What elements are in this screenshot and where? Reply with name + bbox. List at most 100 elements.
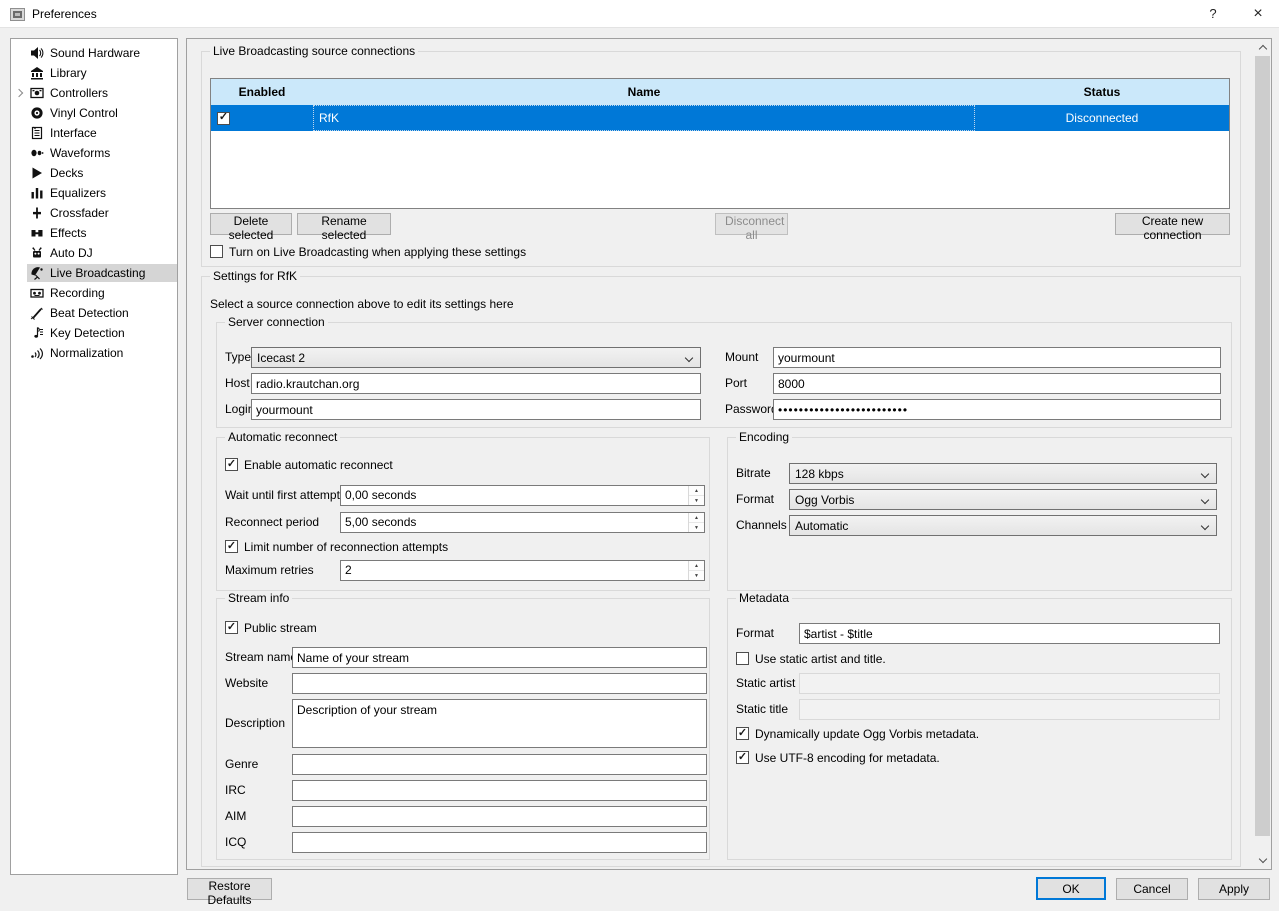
spinbox-value[interactable]: 2 xyxy=(341,561,688,580)
metadata-format-input[interactable] xyxy=(799,623,1220,644)
enabled-cell[interactable] xyxy=(211,105,313,131)
table-row[interactable]: RfK Disconnected xyxy=(211,105,1229,131)
sidebar-item-equalizers[interactable]: Equalizers xyxy=(11,183,177,203)
spin-down-button[interactable]: ▼ xyxy=(689,571,704,580)
genre-input[interactable] xyxy=(292,754,707,775)
sidebar-item-vinyl-control[interactable]: Vinyl Control xyxy=(11,103,177,123)
settings-hint: Select a source connection above to edit… xyxy=(210,297,514,311)
sidebar-item-waveforms[interactable]: Waveforms xyxy=(11,143,177,163)
sidebar-item-key-detection[interactable]: Key Detection xyxy=(11,323,177,343)
sidebar-item-live-broadcasting[interactable]: Live Broadcasting xyxy=(11,263,177,283)
sidebar-item-library[interactable]: Library xyxy=(11,63,177,83)
cancel-button[interactable]: Cancel xyxy=(1116,878,1188,900)
name-cell[interactable]: RfK xyxy=(313,105,975,131)
maximum-retries-spinbox[interactable]: 2 ▲▼ xyxy=(340,560,705,581)
sidebar-item-sound-hardware[interactable]: Sound Hardware xyxy=(11,43,177,63)
sidebar-item-effects[interactable]: Effects xyxy=(11,223,177,243)
sidebar-item-label: Beat Detection xyxy=(50,306,129,320)
bitrate-combobox[interactable]: 128 kbps xyxy=(789,463,1217,484)
chevron-down-icon xyxy=(1201,496,1209,504)
host-label: Host xyxy=(225,373,250,394)
port-input[interactable] xyxy=(773,373,1221,394)
column-header-name[interactable]: Name xyxy=(313,79,975,105)
sidebar-item-crossfader[interactable]: Crossfader xyxy=(11,203,177,223)
login-input[interactable] xyxy=(251,399,701,420)
dynamic-ogg-checkbox[interactable] xyxy=(736,727,749,740)
sidebar-item-normalization[interactable]: Normalization xyxy=(11,343,177,363)
spin-up-button[interactable]: ▲ xyxy=(689,513,704,523)
close-button[interactable]: × xyxy=(1243,0,1273,28)
decks-icon xyxy=(29,166,44,181)
description-textarea[interactable]: Description of your stream xyxy=(292,699,707,748)
utf8-checkbox[interactable] xyxy=(736,751,749,764)
expander-chevron-right-icon[interactable] xyxy=(11,90,27,96)
help-button[interactable]: ? xyxy=(1198,0,1228,28)
enabled-checkbox[interactable] xyxy=(217,112,230,125)
sidebar-item-beat-detection[interactable]: Beat Detection xyxy=(11,303,177,323)
sidebar-item-auto-dj[interactable]: Auto DJ xyxy=(11,243,177,263)
public-stream-checkbox[interactable] xyxy=(225,621,238,634)
spin-up-button[interactable]: ▲ xyxy=(689,486,704,496)
recording-icon xyxy=(29,286,44,301)
type-combobox[interactable]: Icecast 2 xyxy=(251,347,701,368)
rename-selected-button[interactable]: Rename selected xyxy=(297,213,391,235)
enable-reconnect-checkbox[interactable] xyxy=(225,458,238,471)
ok-button[interactable]: OK xyxy=(1036,877,1106,900)
turn-on-broadcasting-checkbox[interactable] xyxy=(210,245,223,258)
dynamic-ogg-checkbox-row[interactable]: Dynamically update Ogg Vorbis metadata. xyxy=(736,726,979,741)
status-cell: Disconnected xyxy=(975,105,1229,131)
checkbox-label: Dynamically update Ogg Vorbis metadata. xyxy=(755,727,979,741)
reconnect-period-spinbox[interactable]: 5,00 seconds ▲▼ xyxy=(340,512,705,533)
beat-detection-icon xyxy=(29,306,44,321)
spin-up-button[interactable]: ▲ xyxy=(689,561,704,571)
host-input[interactable] xyxy=(251,373,701,394)
source-connections-table[interactable]: Enabled Name Status RfK Disconnected xyxy=(210,78,1230,209)
scroll-up-button[interactable] xyxy=(1254,39,1271,56)
mount-input[interactable] xyxy=(773,347,1221,368)
utf8-checkbox-row[interactable]: Use UTF-8 encoding for metadata. xyxy=(736,750,940,765)
app-icon xyxy=(10,7,25,22)
limit-attempts-checkbox[interactable] xyxy=(225,540,238,553)
channels-combobox[interactable]: Automatic xyxy=(789,515,1217,536)
enable-reconnect-checkbox-row[interactable]: Enable automatic reconnect xyxy=(225,457,393,472)
spin-down-button[interactable]: ▼ xyxy=(689,496,704,505)
spinbox-value[interactable]: 5,00 seconds xyxy=(341,513,688,532)
stream-name-label: Stream name xyxy=(225,647,297,668)
column-header-status[interactable]: Status xyxy=(975,79,1229,105)
chevron-down-icon xyxy=(685,354,693,362)
chevron-down-icon xyxy=(1201,470,1209,478)
sidebar-item-label: Controllers xyxy=(50,86,108,100)
apply-button[interactable]: Apply xyxy=(1198,878,1270,900)
limit-attempts-checkbox-row[interactable]: Limit number of reconnection attempts xyxy=(225,539,448,554)
aim-input[interactable] xyxy=(292,806,707,827)
vertical-scrollbar[interactable] xyxy=(1254,39,1271,869)
wait-first-attempt-spinbox[interactable]: 0,00 seconds ▲▼ xyxy=(340,485,705,506)
format-combobox[interactable]: Ogg Vorbis xyxy=(789,489,1217,510)
restore-defaults-button[interactable]: Restore Defaults xyxy=(187,878,272,900)
delete-selected-button[interactable]: Delete selected xyxy=(210,213,292,235)
password-input[interactable] xyxy=(773,399,1221,420)
irc-input[interactable] xyxy=(292,780,707,801)
scroll-down-button[interactable] xyxy=(1254,852,1271,869)
turn-on-broadcasting-checkbox-row[interactable]: Turn on Live Broadcasting when applying … xyxy=(210,244,526,259)
sidebar-item-decks[interactable]: Decks xyxy=(11,163,177,183)
create-new-connection-button[interactable]: Create new connection xyxy=(1115,213,1230,235)
spinbox-value[interactable]: 0,00 seconds xyxy=(341,486,688,505)
icq-input[interactable] xyxy=(292,832,707,853)
static-artist-title-checkbox[interactable] xyxy=(736,652,749,665)
chevron-down-icon xyxy=(1201,522,1209,530)
preferences-content-panel: Live Broadcasting source connections Ena… xyxy=(186,38,1272,870)
column-header-enabled[interactable]: Enabled xyxy=(211,79,313,105)
scrollbar-thumb[interactable] xyxy=(1255,56,1270,836)
metadata-group: Metadata Format Use static artist and ti… xyxy=(727,598,1232,860)
sidebar-item-controllers[interactable]: Controllers xyxy=(11,83,177,103)
sidebar-item-recording[interactable]: Recording xyxy=(11,283,177,303)
stream-name-input[interactable] xyxy=(292,647,707,668)
sidebar-item-interface[interactable]: Interface xyxy=(11,123,177,143)
spin-down-button[interactable]: ▼ xyxy=(689,523,704,532)
public-stream-checkbox-row[interactable]: Public stream xyxy=(225,620,317,635)
website-input[interactable] xyxy=(292,673,707,694)
sidebar-item-label: Effects xyxy=(50,226,86,240)
sidebar-item-label: Sound Hardware xyxy=(50,46,140,60)
static-artist-title-checkbox-row[interactable]: Use static artist and title. xyxy=(736,651,886,666)
